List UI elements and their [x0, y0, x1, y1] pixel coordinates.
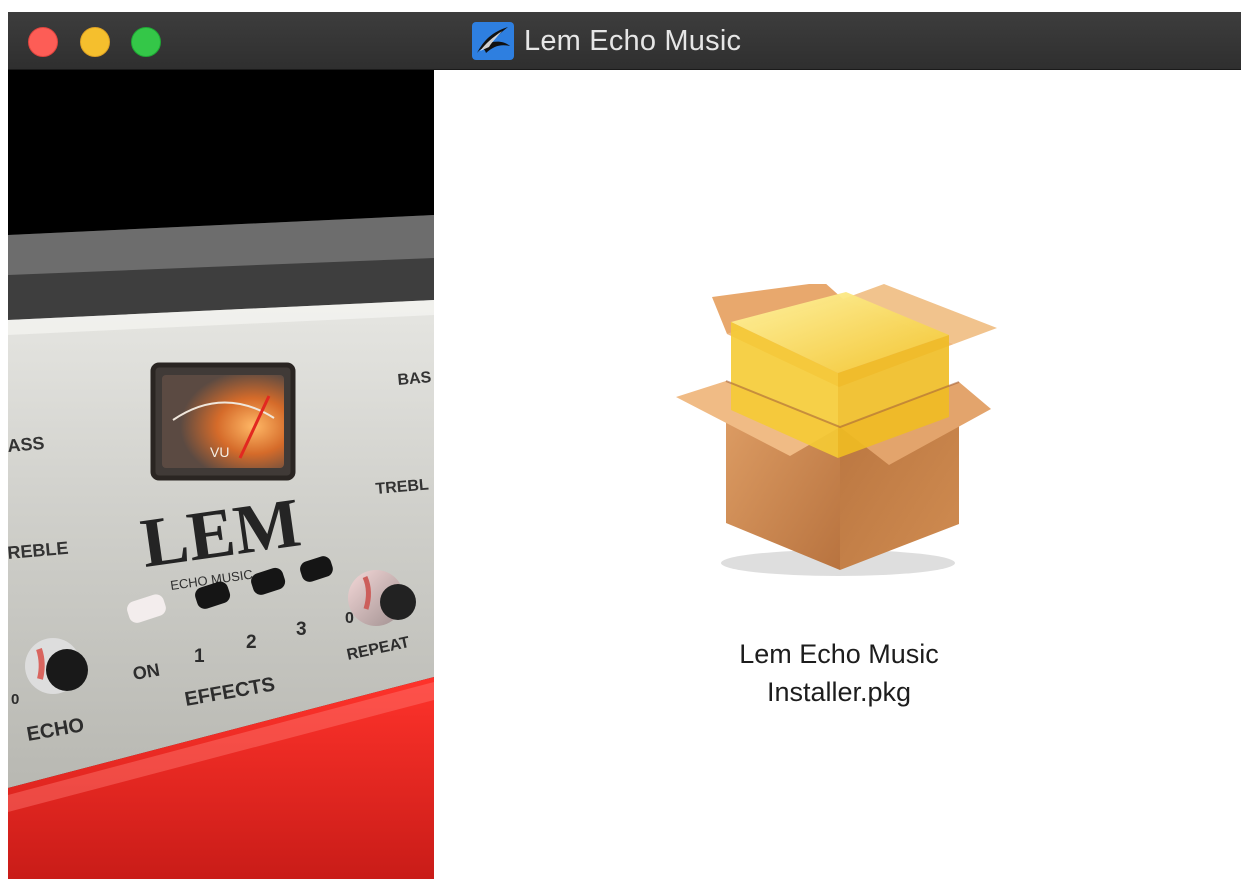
- minimize-button[interactable]: [80, 27, 110, 57]
- package-filename-line-1: Lem Echo Music: [739, 639, 939, 669]
- close-button[interactable]: [28, 27, 58, 57]
- vu-label: VU: [210, 444, 229, 460]
- installer-package-item[interactable]: Lem Echo Music Installer.pkg: [674, 284, 1004, 711]
- zoom-button[interactable]: [131, 27, 161, 57]
- window-title-group: Lem Echo Music: [472, 22, 742, 60]
- echo-zero-label: 0: [11, 691, 19, 708]
- amplifier-image: VU LEM ECHO MUSIC ASS REBLE BAS TREBL 0 …: [8, 70, 434, 879]
- window-title: Lem Echo Music: [524, 24, 742, 57]
- installer-window: Lem Echo Music VU LEM ECHO MUSIC ASS REB…: [8, 12, 1241, 879]
- bird-icon: [472, 22, 514, 60]
- package-filename-line-2: Installer.pkg: [766, 677, 912, 707]
- package-icon: [676, 284, 997, 576]
- package-filename[interactable]: Lem Echo Music Installer.pkg: [674, 635, 1004, 711]
- bass-label-left: ASS: [8, 433, 45, 456]
- effect-one-label: 1: [194, 646, 205, 667]
- installer-content: Lem Echo Music Installer.pkg: [434, 70, 1241, 879]
- effect-three-label: 3: [296, 619, 307, 640]
- effect-two-label: 2: [246, 632, 257, 653]
- window-titlebar[interactable]: Lem Echo Music: [8, 12, 1241, 70]
- bass-label-right: BAS: [397, 369, 432, 389]
